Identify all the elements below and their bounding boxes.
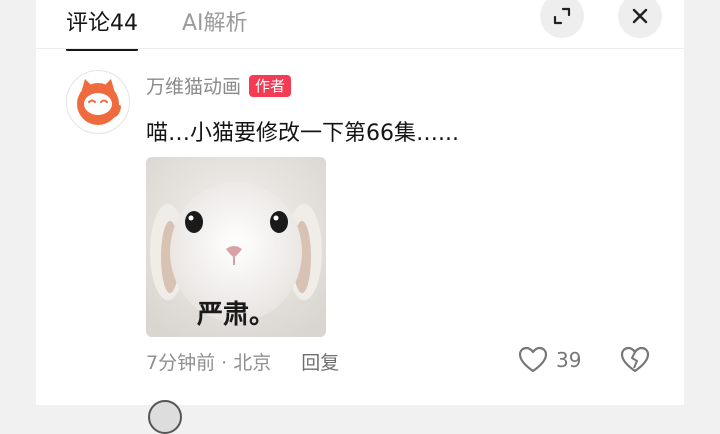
expand-icon: [553, 7, 571, 25]
next-comment-avatar[interactable]: [148, 400, 182, 434]
reply-button[interactable]: 回复: [301, 348, 339, 375]
dislike-button[interactable]: [620, 346, 650, 378]
time-location: 7分钟前 · 北京: [146, 352, 272, 374]
like-button[interactable]: 39: [518, 346, 581, 374]
author-badge: 作者: [249, 74, 292, 97]
tab-bar: 评论44 AI解析: [66, 0, 248, 51]
heart-icon: [518, 346, 548, 373]
close-icon: [632, 8, 648, 24]
comments-panel: 评论44 AI解析 万维猫动画 作者 喵…小猫要修改一下第66集…... 严肃。…: [36, 0, 684, 434]
author-name[interactable]: 万维猫动画: [146, 72, 241, 99]
comment-text: 喵…小猫要修改一下第66集…...: [146, 121, 459, 146]
cat-logo-icon: [77, 79, 121, 125]
like-count: 39: [556, 348, 582, 372]
close-button[interactable]: [618, 0, 662, 38]
broken-heart-icon: [620, 346, 650, 373]
header-divider: [36, 48, 684, 49]
comment-meta: 7分钟前 · 北京 回复: [146, 348, 339, 375]
sticker-image[interactable]: 严肃。: [146, 157, 326, 337]
author-line: 万维猫动画 作者: [146, 72, 292, 99]
expand-button[interactable]: [540, 0, 584, 38]
tab-ai-analysis[interactable]: AI解析: [182, 9, 248, 39]
sticker-caption: 严肃。: [196, 300, 275, 330]
tab-comments[interactable]: 评论44: [66, 9, 138, 51]
author-avatar[interactable]: [66, 70, 130, 134]
